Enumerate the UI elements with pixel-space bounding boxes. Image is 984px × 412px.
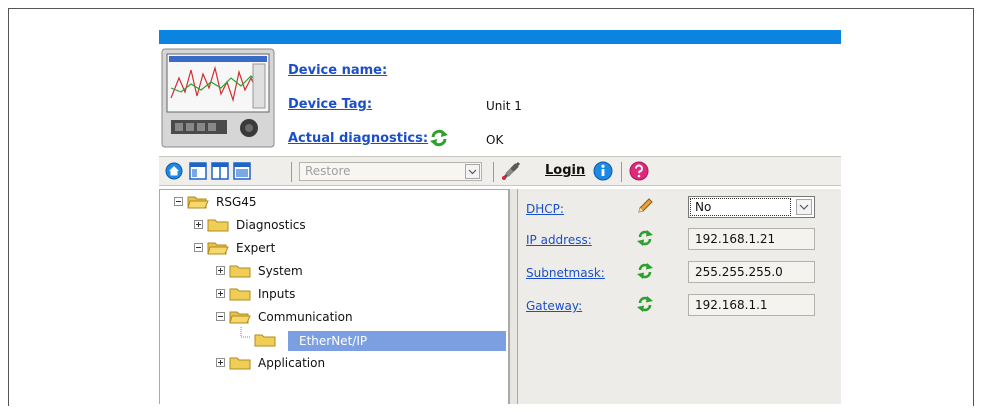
top-accent-bar [159, 30, 841, 44]
dhcp-select-value: No [690, 198, 791, 216]
restore-dropdown[interactable]: Restore [299, 162, 482, 181]
tree-node-root[interactable]: RSG45 [174, 193, 354, 211]
expand-icon[interactable] [216, 289, 225, 298]
network-connect-icon[interactable] [500, 160, 522, 182]
layout-3-icon[interactable] [233, 162, 251, 180]
folder-icon [254, 334, 276, 347]
tree-node-system[interactable]: System [216, 262, 396, 280]
expand-icon[interactable] [216, 358, 225, 367]
device-header: Device name: Device Tag: Unit 1 Actual d… [159, 44, 841, 154]
info-icon[interactable] [593, 161, 613, 181]
toolbar-separator [291, 162, 292, 182]
refresh-icon[interactable] [429, 128, 449, 148]
device-name-link[interactable]: Device name: [288, 63, 387, 78]
ip-address-link[interactable]: IP address: [526, 233, 592, 247]
properties-pane: DHCP: No IP address: 192.168.1.21 Subnet… [517, 189, 841, 404]
dhcp-select[interactable]: No [688, 196, 815, 218]
folder-icon [207, 219, 229, 232]
tree-node-diagnostics[interactable]: Diagnostics [194, 216, 374, 234]
login-link[interactable]: Login [545, 163, 585, 178]
toolbar: Restore Login [159, 156, 841, 186]
toolbar-separator [493, 162, 494, 182]
collapse-icon[interactable] [174, 197, 183, 206]
tree-node-ethernet-ip[interactable]: EtherNet/IP [288, 331, 506, 351]
device-web-app: Device name: Device Tag: Unit 1 Actual d… [159, 30, 841, 404]
actual-diagnostics-link[interactable]: Actual diagnostics: [288, 131, 428, 146]
expand-icon[interactable] [194, 220, 203, 229]
tree-node-expert[interactable]: Expert [194, 239, 374, 257]
help-icon[interactable] [629, 161, 649, 181]
layout-2-icon[interactable] [211, 162, 229, 180]
layout-1-icon[interactable] [189, 162, 207, 180]
tree-node-application[interactable]: Application [216, 354, 396, 372]
home-icon[interactable] [165, 162, 183, 180]
tree-node-communication[interactable]: Communication [216, 308, 396, 326]
folder-open-icon [229, 311, 251, 324]
subnetmask-field[interactable]: 255.255.255.0 [688, 261, 815, 283]
gateway-field[interactable]: 192.168.1.1 [688, 294, 815, 316]
refresh-icon[interactable] [636, 262, 654, 280]
refresh-icon[interactable] [636, 229, 654, 247]
device-tag-link[interactable]: Device Tag: [288, 97, 372, 112]
pencil-icon[interactable] [636, 197, 654, 215]
folder-open-icon [207, 242, 229, 255]
toolbar-separator [621, 162, 622, 182]
collapse-icon[interactable] [216, 312, 225, 321]
device-image [161, 48, 275, 148]
collapse-icon[interactable] [194, 243, 203, 252]
gateway-link[interactable]: Gateway: [526, 299, 582, 313]
diagnostics-value: OK [486, 133, 504, 147]
subnetmask-link[interactable]: Subnetmask: [526, 266, 605, 280]
expand-icon[interactable] [216, 266, 225, 275]
chevron-down-icon[interactable] [796, 199, 812, 215]
restore-label: Restore [305, 164, 351, 178]
refresh-icon[interactable] [636, 295, 654, 313]
navigation-tree: RSG45 Diagnostics Expert System Inputs C… [159, 189, 509, 404]
chevron-down-icon[interactable] [465, 164, 480, 179]
folder-icon [229, 265, 251, 278]
folder-open-icon [187, 196, 209, 209]
pane-splitter[interactable] [509, 189, 517, 404]
folder-icon [229, 288, 251, 301]
tree-node-inputs[interactable]: Inputs [216, 285, 396, 303]
device-tag-value: Unit 1 [486, 99, 522, 113]
ip-address-field[interactable]: 192.168.1.21 [688, 228, 815, 250]
folder-icon [229, 357, 251, 370]
dhcp-link[interactable]: DHCP: [526, 202, 564, 216]
